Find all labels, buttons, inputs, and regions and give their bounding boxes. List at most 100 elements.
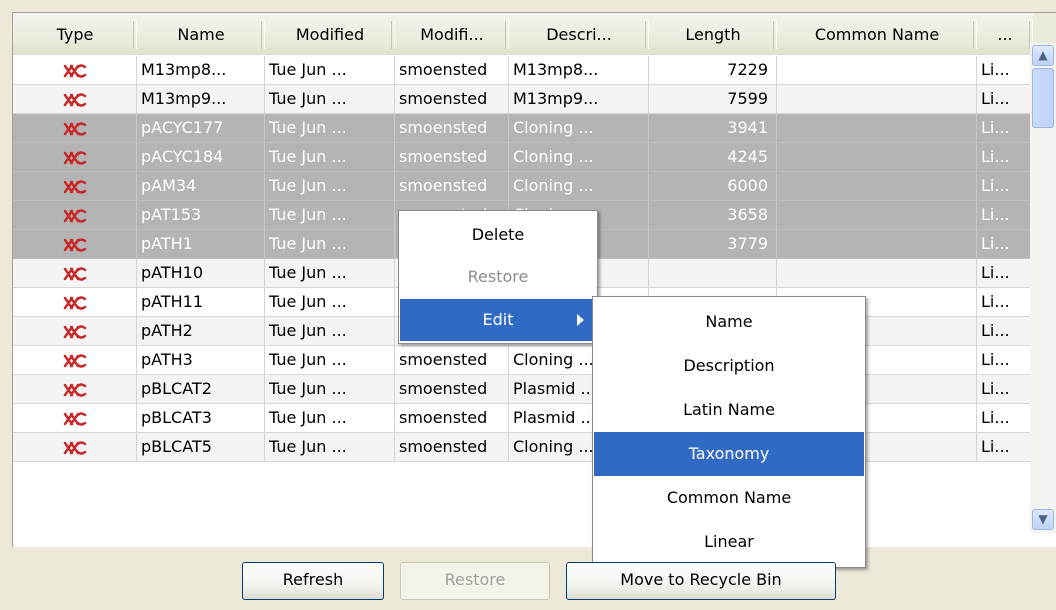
cell-modified: Tue Jun ...	[265, 259, 395, 287]
cell-modified-by: smoensted	[395, 346, 509, 374]
sequence-type-icon	[63, 150, 86, 165]
cell-type	[13, 433, 137, 461]
cell-length	[649, 259, 777, 287]
table-row[interactable]: pATH3 Tue Jun ... smoensted Cloning ... Li..…	[13, 346, 1043, 375]
vertical-scrollbar[interactable]: ▲ ▼	[1030, 43, 1056, 533]
column-header-modified[interactable]: Modified	[265, 13, 395, 55]
cell-type	[13, 375, 137, 403]
cell-name: pACYC184	[137, 143, 265, 171]
cell-type	[13, 114, 137, 142]
cell-description: M13mp8...	[509, 56, 649, 84]
arrow-up-icon[interactable]: ▲	[1032, 45, 1054, 66]
table-row[interactable]: M13mp8... Tue Jun ... smoensted M13mp8... 72…	[13, 56, 1043, 85]
cell-name: pAT153	[137, 201, 265, 229]
cell-description: Cloning ...	[509, 143, 649, 171]
cell-modified: Tue Jun ...	[265, 85, 395, 113]
submenu-item-name[interactable]: Name	[594, 300, 864, 344]
submenu-item-taxonomy[interactable]: Taxonomy	[594, 432, 864, 476]
table-row[interactable]: pBLCAT3 Tue Jun ... smoensted Plasmid ... Li…	[13, 404, 1043, 433]
cell-length: 7599	[649, 85, 777, 113]
sequence-type-icon	[63, 353, 86, 368]
cell-common-name	[777, 114, 977, 142]
cell-description: M13mp9...	[509, 85, 649, 113]
cell-common-name	[777, 259, 977, 287]
submenu-item-common-name[interactable]: Common Name	[594, 476, 864, 520]
cell-modified: Tue Jun ...	[265, 404, 395, 432]
submenu-item-latin-name[interactable]: Latin Name	[594, 388, 864, 432]
edit-submenu: Name Description Latin Name Taxonomy Com…	[592, 296, 866, 568]
refresh-button[interactable]: Refresh	[242, 562, 384, 600]
sequence-type-icon	[63, 324, 86, 339]
cell-type	[13, 56, 137, 84]
cell-type	[13, 172, 137, 200]
cell-common-name	[777, 56, 977, 84]
cell-name: pATH3	[137, 346, 265, 374]
cell-type	[13, 404, 137, 432]
submenu-item-linear[interactable]: Linear	[594, 520, 864, 564]
cell-name: pACYC177	[137, 114, 265, 142]
cell-type	[13, 201, 137, 229]
cell-modified-by: smoensted	[395, 375, 509, 403]
cell-type	[13, 259, 137, 287]
table-header: Type Name Modified Modifi... Descri... L…	[13, 13, 1056, 55]
cell-length: 7229	[649, 56, 777, 84]
cell-modified-by: smoensted	[395, 404, 509, 432]
cell-description: Cloning ...	[509, 114, 649, 142]
cell-type	[13, 143, 137, 171]
cell-modified: Tue Jun ...	[265, 433, 395, 461]
cell-modified-by: smoensted	[395, 85, 509, 113]
column-header-type[interactable]: Type	[13, 13, 137, 55]
column-header-name[interactable]: Name	[137, 13, 265, 55]
cell-type	[13, 346, 137, 374]
cell-modified: Tue Jun ...	[265, 375, 395, 403]
submenu-item-description[interactable]: Description	[594, 344, 864, 388]
cell-name: pATH10	[137, 259, 265, 287]
cell-modified-by: smoensted	[395, 56, 509, 84]
cell-modified: Tue Jun ...	[265, 143, 395, 171]
menu-item-restore: Restore	[467, 267, 529, 286]
menu-item-delete[interactable]: Delete	[400, 214, 596, 256]
sequence-type-icon	[63, 266, 86, 281]
table-row[interactable]: pBLCAT5 Tue Jun ... smoensted Cloning ... Li…	[13, 433, 1043, 462]
cell-common-name	[777, 172, 977, 200]
sequence-type-icon	[63, 382, 86, 397]
table-row[interactable]: M13mp9... Tue Jun ... smoensted M13mp9... 75…	[13, 85, 1043, 114]
cell-name: pBLCAT3	[137, 404, 265, 432]
column-header-more[interactable]: ...	[977, 13, 1033, 55]
column-header-description[interactable]: Descri...	[509, 13, 649, 55]
sequence-type-icon	[63, 411, 86, 426]
restore-button: Restore	[400, 562, 550, 600]
cell-type	[13, 85, 137, 113]
cell-name: pATH1	[137, 230, 265, 258]
column-header-modified-by[interactable]: Modifi...	[395, 13, 509, 55]
sequence-type-icon	[63, 92, 86, 107]
cell-length: 3779	[649, 230, 777, 258]
table-row[interactable]: pACYC184 Tue Jun ... smoensted Cloning ... 4…	[13, 143, 1043, 172]
cell-modified: Tue Jun ...	[265, 201, 395, 229]
arrow-down-icon[interactable]: ▼	[1032, 509, 1054, 530]
cell-modified: Tue Jun ...	[265, 317, 395, 345]
cell-modified: Tue Jun ...	[265, 346, 395, 374]
cell-type	[13, 288, 137, 316]
cell-name: pBLCAT5	[137, 433, 265, 461]
cell-modified-by: smoensted	[395, 114, 509, 142]
menu-item-edit[interactable]: Edit	[400, 299, 596, 341]
cell-length: 3941	[649, 114, 777, 142]
cell-name: M13mp8...	[137, 56, 265, 84]
column-header-length[interactable]: Length	[649, 13, 777, 55]
table-row[interactable]: pBLCAT2 Tue Jun ... smoensted Plasmid ... Li…	[13, 375, 1043, 404]
sequence-type-icon	[63, 237, 86, 252]
table-row[interactable]: pACYC177 Tue Jun ... smoensted Cloning ... 3…	[13, 114, 1043, 143]
cell-modified: Tue Jun ...	[265, 288, 395, 316]
cell-length: 4245	[649, 143, 777, 171]
cell-modified-by: smoensted	[395, 143, 509, 171]
cell-length: 3658	[649, 201, 777, 229]
cell-modified-by: smoensted	[395, 172, 509, 200]
cell-name: M13mp9...	[137, 85, 265, 113]
sequence-type-icon	[63, 295, 86, 310]
scroll-thumb[interactable]	[1032, 68, 1054, 128]
column-header-common-name[interactable]: Common Name	[777, 13, 977, 55]
cell-common-name	[777, 201, 977, 229]
table-row[interactable]: pAM34 Tue Jun ... smoensted Cloning ... 6000…	[13, 172, 1043, 201]
move-to-recycle-bin-button[interactable]: Move to Recycle Bin	[566, 562, 836, 600]
